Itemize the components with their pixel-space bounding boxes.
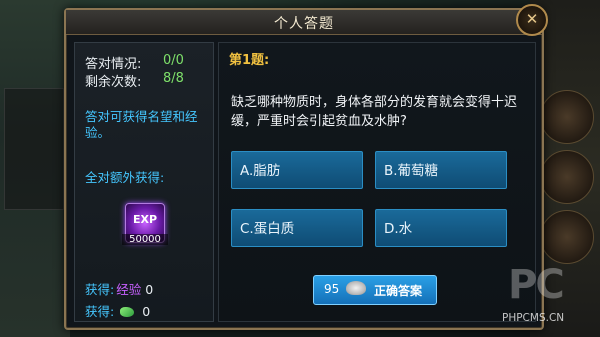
correct-count-row: 答对情况: 0/0: [85, 53, 184, 72]
option-c-button[interactable]: C.蛋白质: [231, 209, 363, 247]
gain-exp-type: 经验: [116, 282, 142, 297]
silver-ingot-icon: [346, 281, 366, 295]
answer-button-label: 正确答案: [374, 284, 423, 298]
close-button[interactable]: ✕: [516, 4, 548, 36]
answer-cost: 95: [324, 282, 340, 296]
close-icon: ✕: [525, 10, 539, 28]
option-d-button[interactable]: D.水: [375, 209, 507, 247]
watermark-site: PHPCMS.CN: [502, 312, 565, 324]
gain-jade-value: 0: [142, 304, 151, 319]
exp-reward-amount: 50000: [122, 234, 168, 245]
bonus-label: 全对额外获得:: [85, 170, 165, 185]
side-skill-icon: [540, 210, 594, 264]
question-text: 缺乏哪种物质时，身体各部分的发育就会变得十迟缓，严重时会引起贫血及水肿?: [231, 95, 518, 129]
watermark-logo: PC: [508, 262, 565, 308]
option-b-label: B.葡萄糖: [384, 163, 439, 179]
gain-jade-label: 获得:: [85, 304, 115, 319]
exp-icon: EXP: [132, 213, 158, 226]
quiz-dialog: 个人答题 ✕ 答对情况: 0/0 剩余次数: 8/8 答对可获得名望和经验。 全…: [64, 4, 548, 330]
option-b-button[interactable]: B.葡萄糖: [375, 151, 507, 189]
correct-count-value: 0/0: [163, 53, 184, 68]
gain-jade-row: 获得: 0: [85, 301, 150, 320]
question-panel: 第1题: 缺乏哪种物质时，身体各部分的发育就会变得十迟缓，严重时会引起贫血及水肿…: [218, 42, 536, 322]
jade-icon: [120, 307, 135, 317]
option-a-label: A.脂肪: [240, 163, 281, 179]
background-left: [0, 0, 70, 337]
reward-info-text: 答对可获得名望和经验。: [85, 109, 198, 140]
side-skill-icon: [540, 90, 594, 144]
remaining-count-label: 剩余次数:: [85, 75, 142, 90]
site-watermark: PC PHPCMS.CN: [500, 262, 600, 337]
remaining-count-row: 剩余次数: 8/8: [85, 71, 184, 90]
gain-exp-label: 获得:: [85, 282, 115, 297]
quiz-status-panel: 答对情况: 0/0 剩余次数: 8/8 答对可获得名望和经验。 全对额外获得: …: [74, 42, 214, 322]
correct-count-label: 答对情况:: [85, 57, 142, 72]
question-number: 第1题:: [229, 53, 270, 68]
background-chat-panel: [4, 88, 64, 210]
side-skill-icon: [540, 150, 594, 204]
option-d-label: D.水: [384, 221, 413, 237]
dialog-title: 个人答题: [274, 16, 334, 32]
gain-exp-value: 0: [145, 282, 154, 297]
exp-reward-item[interactable]: EXP 50000: [122, 203, 168, 245]
option-a-button[interactable]: A.脂肪: [231, 151, 363, 189]
gain-exp-row: 获得: 经验 0: [85, 279, 153, 298]
dialog-title-bar: 个人答题: [66, 10, 542, 35]
show-answer-button[interactable]: 95 正确答案: [313, 275, 437, 305]
remaining-count-value: 8/8: [163, 71, 184, 86]
option-c-label: C.蛋白质: [240, 221, 295, 237]
